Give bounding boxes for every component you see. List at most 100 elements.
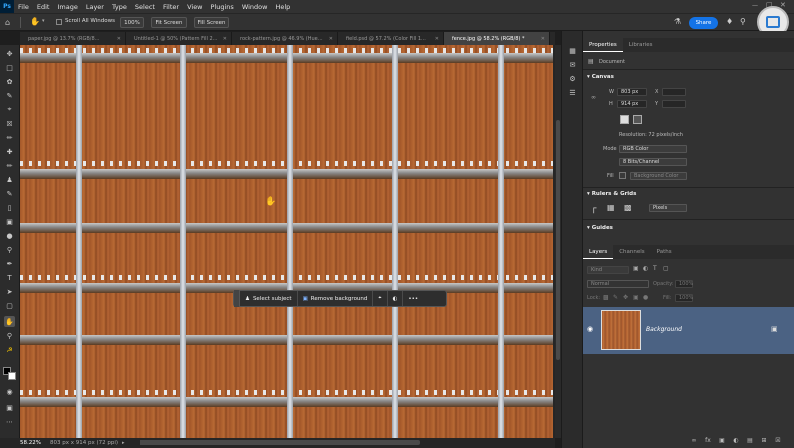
chevron-right-icon[interactable]: ▸	[118, 440, 125, 446]
path-selection-icon[interactable]: ➤	[4, 286, 15, 297]
menu-image[interactable]: Image	[53, 3, 81, 11]
tab-rock-pattern[interactable]: rock-pattern.jpg @ 46.9% (Hue... ✕	[232, 32, 338, 45]
pixel-grid-icon[interactable]: ▩	[624, 203, 632, 212]
chevron-down-icon[interactable]: ▾	[42, 18, 45, 24]
lock-move-icon[interactable]: ✥	[623, 294, 628, 301]
home-icon[interactable]: ⌂	[5, 18, 10, 27]
width-field[interactable]: 803 px	[617, 88, 647, 96]
close-icon[interactable]: ✕	[223, 36, 227, 42]
menu-plugins[interactable]: Plugins	[207, 3, 238, 11]
visibility-eye-icon[interactable]: ◉	[587, 325, 593, 333]
opacity-field[interactable]: 100%	[675, 280, 693, 288]
bell-icon[interactable]: ♦	[726, 17, 733, 26]
portrait-orientation-icon[interactable]	[620, 115, 629, 124]
search-icon[interactable]: ⚲	[740, 17, 746, 26]
ruler-icon[interactable]: ┌	[591, 204, 596, 214]
filter-adjust-icon[interactable]: ◐	[643, 265, 648, 272]
hand-tool-icon[interactable]: ✋	[4, 316, 15, 327]
canvas-area[interactable]	[20, 45, 555, 438]
menu-type[interactable]: Type	[108, 3, 131, 11]
height-field[interactable]: 914 px	[617, 100, 647, 108]
fill-color-swatch[interactable]	[619, 172, 626, 179]
zoom-100-button[interactable]: 100%	[120, 17, 144, 28]
menu-filter[interactable]: Filter	[159, 3, 183, 11]
transform-button[interactable]: ⌖	[373, 291, 388, 306]
pen-tool-icon[interactable]: ✒	[4, 258, 15, 269]
crop-tool-icon[interactable]: ⌖	[4, 104, 15, 115]
eyedropper-icon[interactable]: ✏	[4, 132, 15, 143]
comments-icon[interactable]: ✉	[567, 59, 578, 70]
menu-help[interactable]: Help	[271, 3, 294, 11]
blend-mode-dropdown[interactable]: Normal	[587, 280, 649, 288]
tab-field[interactable]: field.psd @ 57.2% (Color Fill 1... ✕	[338, 32, 444, 45]
fit-screen-button[interactable]: Fit Screen	[151, 17, 187, 28]
menu-select[interactable]: Select	[131, 3, 159, 11]
tab-layers[interactable]: Layers	[583, 245, 614, 259]
mode-dropdown[interactable]: RGB Color	[619, 145, 687, 153]
quick-mask-icon[interactable]: ◉	[4, 386, 15, 397]
move-tool-icon[interactable]: ✥	[4, 48, 15, 59]
brush-settings-icon[interactable]: ⚙	[567, 73, 578, 84]
menu-file[interactable]: File	[14, 3, 33, 11]
vertical-scroll-thumb[interactable]	[556, 120, 560, 360]
filter-shape-icon[interactable]: ▢	[663, 265, 669, 272]
layer-name[interactable]: Background	[646, 326, 682, 333]
new-group-icon[interactable]: ▤	[746, 436, 754, 444]
edit-toolbar-icon[interactable]: ☭	[4, 344, 15, 355]
more-options-button[interactable]: •••	[403, 291, 423, 306]
dodge-tool-icon[interactable]: ⚲	[4, 244, 15, 255]
healing-brush-icon[interactable]: ✚	[4, 146, 15, 157]
tab-libraries[interactable]: Libraries	[623, 38, 659, 52]
quick-selection-icon[interactable]: ✎	[4, 90, 15, 101]
layer-lock-icon[interactable]: ▣	[771, 325, 778, 333]
filter-type-icon[interactable]: T	[653, 265, 657, 272]
share-button[interactable]: Share	[689, 17, 718, 29]
menu-edit[interactable]: Edit	[33, 3, 54, 11]
close-icon[interactable]: ✕	[435, 36, 439, 42]
new-layer-icon[interactable]: ⊞	[760, 436, 768, 444]
tab-properties[interactable]: Properties	[583, 38, 623, 52]
units-dropdown[interactable]: Pixels	[649, 204, 687, 212]
close-icon[interactable]: ✕	[329, 36, 333, 42]
lasso-tool-icon[interactable]: ✿	[4, 76, 15, 87]
add-mask-icon[interactable]: ▣	[718, 436, 726, 444]
lock-brush-icon[interactable]: ✎	[613, 294, 618, 301]
type-tool-icon[interactable]: T	[4, 272, 15, 283]
menu-layer[interactable]: Layer	[82, 3, 108, 11]
hand-tool-icon[interactable]: ✋	[30, 17, 40, 26]
history-icon[interactable]: ▦	[567, 45, 578, 56]
grid-icon[interactable]: ▦	[607, 203, 615, 212]
remove-background-button[interactable]: ▣ Remove background	[298, 291, 374, 306]
background-color-swatch[interactable]	[8, 372, 16, 380]
lock-all-icon[interactable]: ●	[643, 294, 648, 301]
screen-mode-icon[interactable]: ▣	[4, 402, 15, 413]
select-subject-button[interactable]: ♟ Select subject	[240, 291, 298, 306]
zoom-tool-icon[interactable]: ⚲	[4, 330, 15, 341]
layer-style-icon[interactable]: fx	[704, 436, 712, 444]
link-icon[interactable]: ∞	[591, 94, 596, 101]
adjust-button[interactable]: ◐	[388, 291, 404, 306]
delete-layer-icon[interactable]: ☒	[774, 436, 782, 444]
eraser-tool-icon[interactable]: ▯	[4, 202, 15, 213]
frame-tool-icon[interactable]: ☒	[4, 118, 15, 129]
fill-opacity-field[interactable]: 100%	[675, 294, 693, 302]
adjustment-layer-icon[interactable]: ◐	[732, 436, 740, 444]
layer-filter-dropdown[interactable]: Kind	[587, 266, 629, 274]
filter-pixel-icon[interactable]: ▣	[633, 265, 639, 272]
bit-depth-dropdown[interactable]: 8 Bits/Channel	[619, 158, 687, 166]
tab-paper[interactable]: paper.jpg @ 13.7% (RGB/8... ✕	[20, 32, 126, 45]
blur-tool-icon[interactable]: ●	[4, 230, 15, 241]
tab-fence[interactable]: fence.jpg @ 58.2% (RGB/8) * ✕	[444, 32, 550, 45]
minimize-icon[interactable]: —	[752, 2, 758, 9]
gradient-tool-icon[interactable]: ▣	[4, 216, 15, 227]
menu-window[interactable]: Window	[238, 3, 272, 11]
fill-dropdown[interactable]: Background Color	[630, 172, 687, 180]
rulers-grids-section-title[interactable]: ▾ Rulers & Grids	[587, 191, 636, 197]
close-icon[interactable]: ✕	[541, 36, 545, 42]
rectangle-tool-icon[interactable]: ▢	[4, 300, 15, 311]
tab-paths[interactable]: Paths	[651, 245, 678, 259]
fill-screen-button[interactable]: Fill Screen	[194, 17, 229, 28]
layer-thumbnail[interactable]	[601, 310, 641, 350]
tab-channels[interactable]: Channels	[613, 245, 650, 259]
more-tools-icon[interactable]: ⋯	[4, 416, 15, 427]
